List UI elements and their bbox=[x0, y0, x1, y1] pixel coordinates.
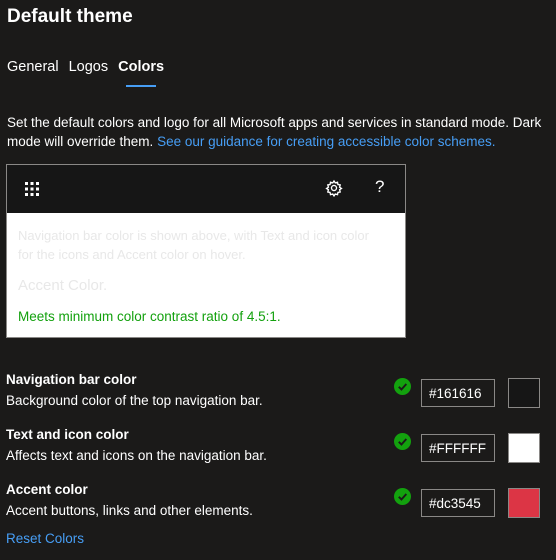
page-title: Default theme bbox=[7, 6, 133, 27]
text-icon-color-input[interactable] bbox=[421, 434, 495, 462]
nav-bar-color-label: Navigation bar color bbox=[6, 372, 137, 387]
accent-color-input[interactable] bbox=[421, 489, 495, 517]
tab-logos[interactable]: Logos bbox=[69, 59, 109, 87]
accent-color-swatch[interactable] bbox=[508, 488, 540, 518]
preview-navbar: ? bbox=[7, 165, 405, 213]
preview-info-text: Navigation bar color is shown above, wit… bbox=[18, 228, 369, 262]
accent-color-row: Accent color Accent buttons, links and o… bbox=[6, 482, 546, 526]
text-icon-color-label: Text and icon color bbox=[6, 427, 129, 442]
text-icon-color-row: Text and icon color Affects text and ico… bbox=[6, 427, 546, 471]
tab-bar: General Logos Colors bbox=[7, 59, 164, 87]
text-icon-color-desc: Affects text and icons on the navigation… bbox=[6, 448, 267, 463]
nav-bar-color-swatch[interactable] bbox=[508, 378, 540, 408]
theme-preview: ? Navigation bar color is shown above, w… bbox=[6, 164, 406, 338]
gear-icon bbox=[325, 179, 343, 197]
description: Set the default colors and logo for all … bbox=[7, 113, 552, 151]
help-icon: ? bbox=[375, 177, 385, 196]
text-icon-color-swatch[interactable] bbox=[508, 433, 540, 463]
tab-colors[interactable]: Colors bbox=[118, 59, 164, 87]
accent-color-desc: Accent buttons, links and other elements… bbox=[6, 503, 253, 518]
nav-bar-color-input[interactable] bbox=[421, 379, 495, 407]
nav-bar-color-desc: Background color of the top navigation b… bbox=[6, 393, 263, 408]
contrast-status-text: Meets minimum color contrast ratio of 4.… bbox=[18, 309, 281, 324]
nav-bar-color-row: Navigation bar color Background color of… bbox=[6, 372, 546, 416]
reset-colors-link[interactable]: Reset Colors bbox=[6, 531, 84, 546]
preview-accent-text: Accent Color. bbox=[18, 277, 108, 294]
accent-color-label: Accent color bbox=[6, 482, 88, 497]
waffle-icon bbox=[25, 182, 39, 196]
check-icon bbox=[394, 378, 411, 395]
check-icon bbox=[394, 433, 411, 450]
tab-general[interactable]: General bbox=[7, 59, 59, 87]
check-icon bbox=[394, 488, 411, 505]
accessible-guidance-link[interactable]: See our guidance for creating accessible… bbox=[157, 134, 495, 149]
